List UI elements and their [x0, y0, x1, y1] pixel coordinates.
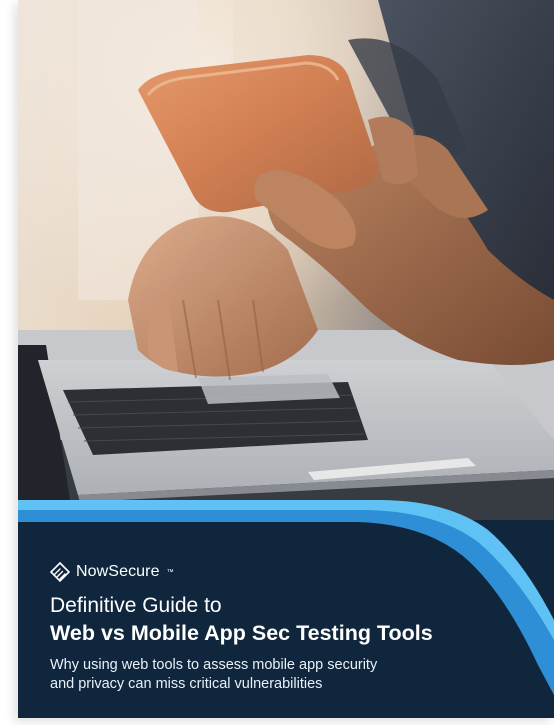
brand-logo: NowSecure ™ [50, 561, 174, 583]
nowsecure-logo-icon [50, 562, 70, 582]
cover-subtitle-line1: Why using web tools to assess mobile app… [50, 657, 378, 673]
cover-photo [18, 0, 554, 520]
brand-trademark: ™ [166, 568, 174, 576]
cover-title-line1: Definitive Guide to [50, 594, 222, 617]
page: NowSecure ™ Definitive Guide to Web vs Mo… [0, 0, 554, 725]
brand-name: NowSecure [76, 563, 160, 580]
ebook-cover: NowSecure ™ Definitive Guide to Web vs Mo… [18, 0, 554, 718]
cover-title-line2: Web vs Mobile App Sec Testing Tools [50, 621, 433, 645]
cover-subtitle-line2: and privacy can miss critical vulnerabil… [50, 676, 323, 692]
cover-subtitle: Why using web tools to assess mobile app… [50, 656, 510, 694]
